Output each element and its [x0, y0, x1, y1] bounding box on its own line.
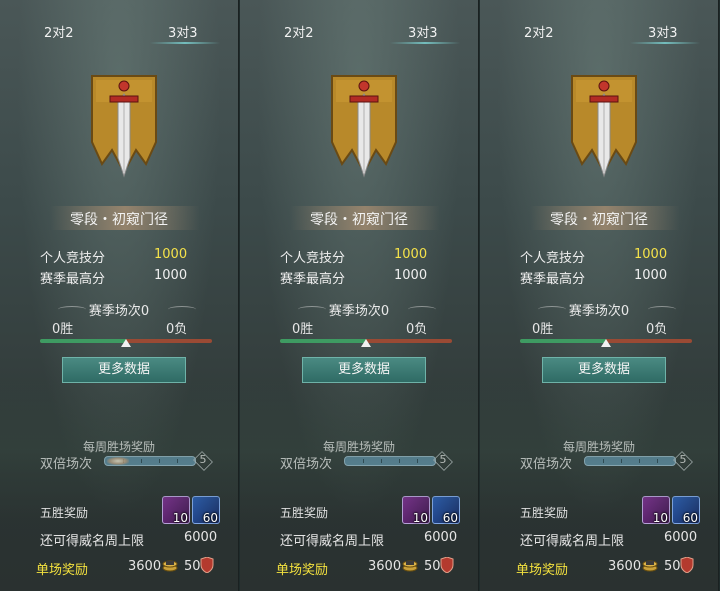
season-matches: 赛季场次0: [568, 304, 630, 319]
losses-count: 0负: [166, 322, 188, 337]
season-high-label: 赛季最高分: [280, 272, 346, 287]
single-points-value: 50: [424, 559, 441, 574]
key-icon[interactable]: 60: [672, 496, 700, 525]
single-points-value: 50: [664, 559, 681, 574]
win-loss-marker: [121, 339, 131, 347]
season-matches: 赛季场次0: [328, 304, 390, 319]
losses-count: 0负: [406, 322, 428, 337]
double-matches-label: 双倍场次: [280, 457, 333, 472]
wins-count: 0胜: [292, 322, 314, 337]
item-count: 10: [652, 511, 668, 525]
double-matches-label: 双倍场次: [40, 457, 93, 472]
tab-2v2[interactable]: 2对2: [44, 22, 74, 41]
tab-underline: [390, 42, 460, 44]
chest-icon[interactable]: 10: [402, 496, 430, 525]
season-high-value: 1000: [634, 268, 668, 283]
win-fill: [280, 339, 366, 343]
five-win-reward-label: 五胜奖励: [40, 506, 89, 520]
personal-score-value: 1000: [394, 247, 428, 262]
tab-3v3[interactable]: 3对3: [408, 22, 438, 41]
item-count: 60: [682, 511, 698, 525]
personal-score-label: 个人竞技分: [40, 251, 106, 266]
sword-banner-icon: [571, 75, 637, 178]
tab-2v2[interactable]: 2对2: [524, 22, 554, 41]
arena-panel: 2对2 3对3 零段・初窥门径 个人竞技分 1000 赛季最高分 1000 赛季…: [240, 0, 479, 591]
shield-icon: [440, 557, 454, 573]
tab-2v2[interactable]: 2对2: [284, 22, 314, 41]
season-high-label: 赛季最高分: [520, 272, 586, 287]
key-icon[interactable]: 60: [432, 496, 460, 525]
season-high-label: 赛季最高分: [40, 272, 106, 287]
wins-count: 0胜: [52, 322, 74, 337]
double-matches-count: 5: [199, 453, 207, 466]
season-high-value: 1000: [394, 268, 428, 283]
single-reward-label: 单场奖励: [516, 563, 569, 578]
arena-panel: 2对2 3对3 零段・初窥门径 个人竞技分 1000 赛季最高分 1000 赛季…: [480, 0, 719, 591]
double-matches-count: 5: [439, 453, 447, 466]
rank-name: 零段・初窥门径: [70, 212, 168, 228]
rank-name: 零段・初窥门径: [310, 212, 408, 228]
personal-score-label: 个人竞技分: [280, 251, 346, 266]
fame-cap-label: 还可得威名周上限: [40, 534, 145, 549]
single-reward-label: 单场奖励: [276, 563, 329, 578]
double-progress-glow: [107, 457, 129, 465]
sword-banner-icon: [331, 75, 397, 178]
single-coins-value: 3600: [128, 559, 162, 574]
double-matches-bar: [344, 456, 436, 466]
personal-score-value: 1000: [634, 247, 668, 262]
win-fill: [40, 339, 126, 343]
chest-icon[interactable]: 10: [162, 496, 190, 525]
single-points-value: 50: [184, 559, 201, 574]
item-count: 60: [202, 511, 218, 525]
coin-stack-icon: [162, 560, 178, 572]
personal-score-label: 个人竞技分: [520, 251, 586, 266]
tab-underline: [630, 42, 700, 44]
tab-3v3[interactable]: 3对3: [648, 22, 678, 41]
fame-cap-value: 6000: [184, 530, 218, 545]
sword-banner-icon: [91, 75, 157, 178]
win-loss-marker: [361, 339, 371, 347]
five-win-reward-label: 五胜奖励: [520, 506, 569, 520]
season-high-value: 1000: [154, 268, 188, 283]
tab-underline: [150, 42, 220, 44]
more-data-button[interactable]: 更多数据: [542, 357, 666, 383]
shield-icon: [200, 557, 214, 573]
coin-stack-icon: [402, 560, 418, 572]
shield-icon: [680, 557, 694, 573]
double-matches-count: 5: [679, 453, 687, 466]
tab-3v3[interactable]: 3对3: [168, 22, 198, 41]
double-matches-bar: [584, 456, 676, 466]
season-matches: 赛季场次0: [88, 304, 150, 319]
fame-cap-label: 还可得威名周上限: [520, 534, 625, 549]
fame-cap-label: 还可得威名周上限: [280, 534, 385, 549]
item-count: 60: [442, 511, 458, 525]
wins-count: 0胜: [532, 322, 554, 337]
win-fill: [520, 339, 606, 343]
fame-cap-value: 6000: [664, 530, 698, 545]
arena-panels: 2对2 3对3 零段・初窥门径 个人竞技分 1000 赛季最高分 1000 赛季…: [0, 0, 720, 591]
fame-cap-value: 6000: [424, 530, 458, 545]
rank-name: 零段・初窥门径: [550, 212, 648, 228]
coin-stack-icon: [642, 560, 658, 572]
item-count: 10: [172, 511, 188, 525]
arena-panel: 2对2 3对3 零段・初窥门径 个人竞技分 1000 赛季最高分 1000 赛季…: [0, 0, 239, 591]
losses-count: 0负: [646, 322, 668, 337]
chest-icon[interactable]: 10: [642, 496, 670, 525]
double-matches-bar: [104, 456, 196, 466]
personal-score-value: 1000: [154, 247, 188, 262]
more-data-button[interactable]: 更多数据: [62, 357, 186, 383]
item-count: 10: [412, 511, 428, 525]
five-win-reward-label: 五胜奖励: [280, 506, 329, 520]
win-loss-marker: [601, 339, 611, 347]
key-icon[interactable]: 60: [192, 496, 220, 525]
double-matches-label: 双倍场次: [520, 457, 573, 472]
more-data-button[interactable]: 更多数据: [302, 357, 426, 383]
single-reward-label: 单场奖励: [36, 563, 89, 578]
single-coins-value: 3600: [608, 559, 642, 574]
single-coins-value: 3600: [368, 559, 402, 574]
